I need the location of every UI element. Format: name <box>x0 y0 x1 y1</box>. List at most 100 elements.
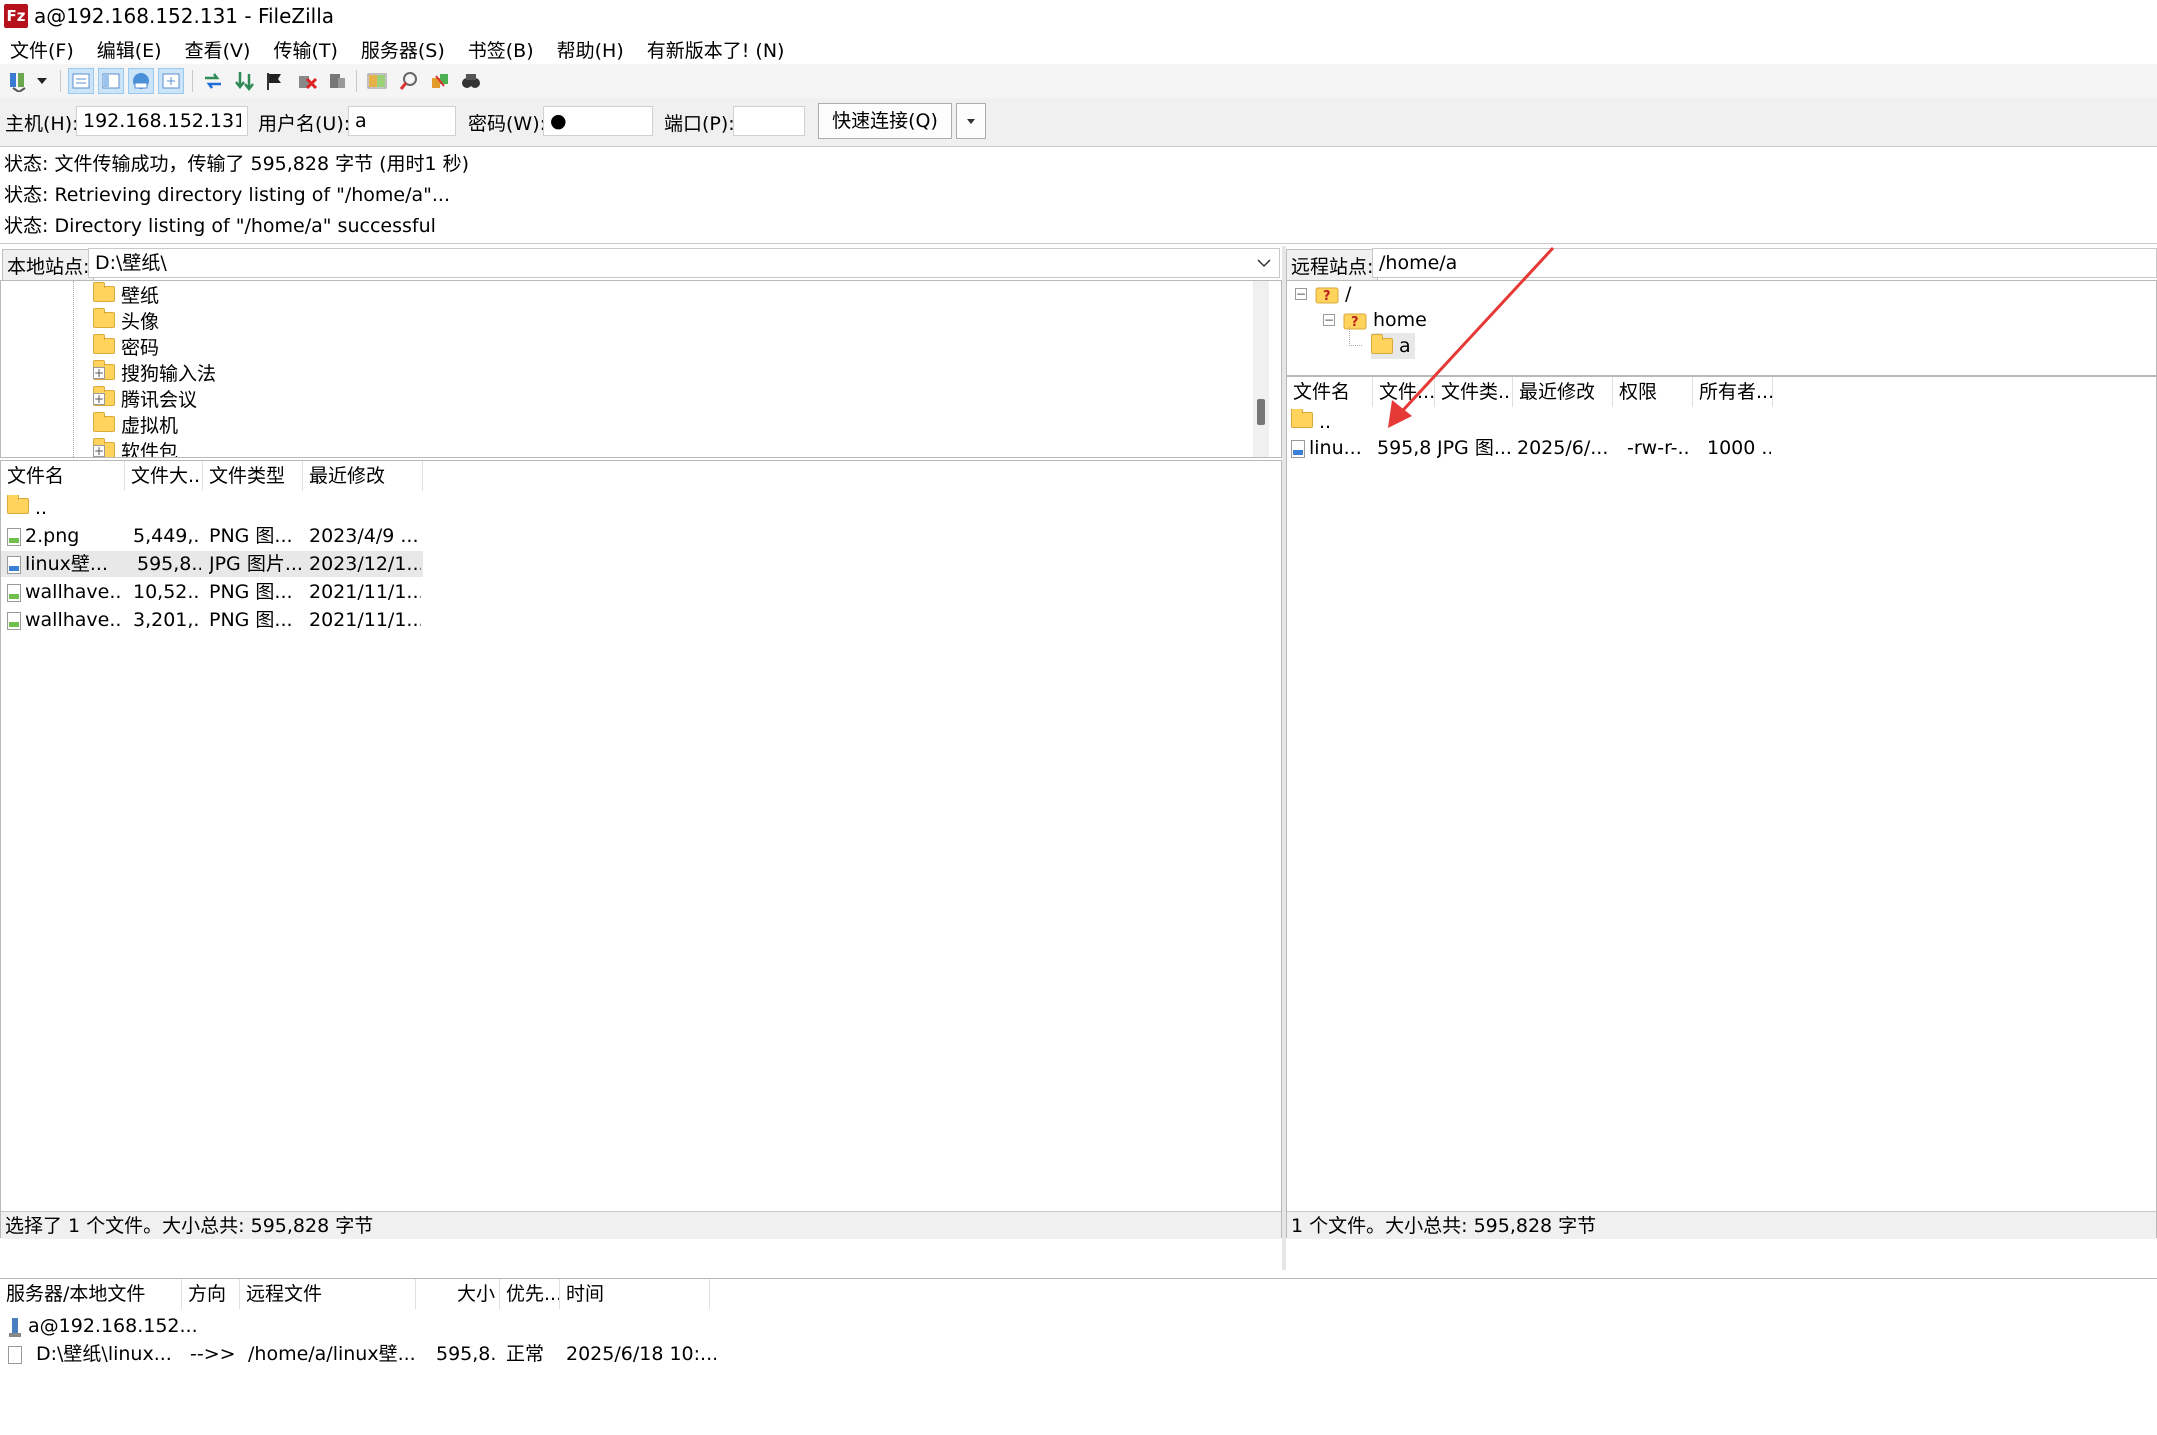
username-label: 用户名(U): <box>258 113 351 135</box>
menu-edit[interactable]: 编辑(E) <box>97 36 162 63</box>
toggle-queue-icon[interactable] <box>158 68 184 94</box>
tree-item-vm[interactable]: 虚拟机 <box>93 411 178 437</box>
site-manager-icon[interactable] <box>6 68 32 94</box>
process-queue-icon[interactable] <box>232 68 258 94</box>
dropdown-arrow-icon[interactable] <box>34 68 50 94</box>
expand-icon[interactable]: + <box>93 445 105 457</box>
tree-item-avatar[interactable]: 头像 <box>93 307 159 333</box>
jpg-file-icon <box>1291 439 1305 458</box>
tree-item-password[interactable]: 密码 <box>93 333 159 359</box>
queue-column-headers: 服务器/本地文件 方向 远程文件 大小 优先... 时间 <box>0 1279 720 1309</box>
column-header-local-file[interactable]: 服务器/本地文件 <box>0 1279 182 1309</box>
file-icon <box>8 1345 22 1364</box>
menu-help[interactable]: 帮助(H) <box>557 36 624 63</box>
quickconnect-dropdown-button[interactable] <box>956 103 986 139</box>
queue-server-row[interactable]: a@192.168.152... <box>0 1313 720 1339</box>
menu-server[interactable]: 服务器(S) <box>361 36 445 63</box>
port-label: 端口(P): <box>664 113 735 135</box>
queue-item-row[interactable]: D:\壁纸\linux... -->> /home/a/linux壁... 59… <box>0 1341 720 1367</box>
local-path-input[interactable]: D:\壁纸\ <box>88 248 1280 278</box>
message-log: 状态: 文件传输成功，传输了 595,828 字节 (用时1 秒) 状态: Re… <box>0 147 2157 244</box>
password-label: 密码(W): <box>468 113 547 135</box>
toggle-remote-tree-icon[interactable] <box>128 68 154 94</box>
local-tree-scrollbar[interactable] <box>1253 281 1269 457</box>
column-header-direction[interactable]: 方向 <box>182 1279 240 1309</box>
scrollbar-thumb[interactable] <box>1257 399 1265 425</box>
png-file-icon <box>7 583 21 602</box>
chevron-down-icon[interactable] <box>1257 258 1271 268</box>
local-path-text: D:\壁纸\ <box>95 252 167 274</box>
tree-item-tencent-meeting[interactable]: 腾讯会议 <box>93 385 197 411</box>
remote-status-bar: 1 个文件。大小总共: 595,828 字节 <box>1287 1211 2156 1239</box>
directory-compare-icon[interactable] <box>364 68 390 94</box>
column-header-permissions[interactable]: 权限 <box>1613 377 1693 407</box>
column-header-size[interactable]: 文件大... <box>125 461 203 491</box>
local-site-label: 本地站点: <box>2 249 95 282</box>
table-row[interactable]: 2.png 5,449,... PNG 图... 2023/4/9 ... <box>1 523 421 549</box>
column-header-owner[interactable]: 所有者... <box>1693 377 1773 407</box>
menu-transfer[interactable]: 传输(T) <box>273 36 337 63</box>
log-line: 状态: 文件传输成功，传输了 595,828 字节 (用时1 秒) <box>4 153 470 175</box>
table-row[interactable]: wallhave... 10,52... PNG 图... 2021/11/1.… <box>1 579 421 605</box>
annotation-arrow-icon <box>1388 246 1555 428</box>
password-input[interactable] <box>543 106 653 136</box>
column-header-size[interactable]: 大小 <box>416 1279 500 1309</box>
search-icon[interactable] <box>458 68 484 94</box>
folder-icon <box>93 282 115 302</box>
folder-icon <box>93 308 115 328</box>
tree-item-wallpaper[interactable]: 壁纸 <box>93 281 159 307</box>
table-row-selected[interactable]: linux壁... 595,8... JPG 图片... 2023/12/1..… <box>1 551 423 577</box>
folder-icon <box>93 412 115 432</box>
log-line: 状态: Retrieving directory listing of "/ho… <box>4 184 450 206</box>
reconnect-icon[interactable] <box>324 68 350 94</box>
table-row[interactable]: wallhave... 3,201,... PNG 图... 2021/11/1… <box>1 607 421 633</box>
expand-icon[interactable]: + <box>93 367 105 379</box>
port-input[interactable] <box>733 106 805 136</box>
local-directory-tree: 壁纸 头像 密码 搜狗输入法 腾讯会议 虚拟机 软件包 + + + <box>0 280 1282 458</box>
list-item-parent[interactable]: .. <box>1 495 421 521</box>
filezilla-logo-icon: Fz <box>4 4 28 28</box>
menu-bookmarks[interactable]: 书签(B) <box>468 36 534 63</box>
column-header-priority[interactable]: 优先... <box>500 1279 560 1309</box>
remote-site-label: 远程站点: <box>1286 249 1379 282</box>
collapse-icon[interactable]: − <box>1323 314 1335 326</box>
column-header-filename[interactable]: 文件名 <box>1 461 125 491</box>
column-header-modified[interactable]: 最近修改 <box>303 461 423 491</box>
menu-new-version[interactable]: 有新版本了! (N) <box>647 36 785 63</box>
remote-file-list: 文件名 文件... 文件类... 最近修改 权限 所有者... .. linu.… <box>1286 376 2157 1239</box>
column-header-filename[interactable]: 文件名 <box>1287 377 1373 407</box>
refresh-icon[interactable] <box>200 68 226 94</box>
collapse-icon[interactable]: − <box>1295 288 1307 300</box>
folder-icon <box>1291 409 1313 428</box>
expand-icon[interactable]: + <box>93 393 105 405</box>
username-input[interactable] <box>348 106 456 136</box>
tree-item-root[interactable]: − ? / <box>1295 281 1351 307</box>
jpg-file-icon <box>7 555 21 574</box>
quickconnect-button[interactable]: 快速连接(Q) <box>818 103 952 139</box>
folder-icon <box>7 495 29 514</box>
menu-view[interactable]: 查看(V) <box>185 36 251 63</box>
cancel-icon[interactable] <box>262 68 288 94</box>
toggle-local-tree-icon[interactable] <box>98 68 124 94</box>
png-file-icon <box>7 527 21 546</box>
host-input[interactable] <box>76 106 248 136</box>
toggle-log-icon[interactable] <box>68 68 94 94</box>
sync-browse-icon[interactable] <box>428 68 454 94</box>
filter-icon[interactable] <box>396 68 422 94</box>
disconnect-icon[interactable] <box>294 68 320 94</box>
menu-file[interactable]: 文件(F) <box>10 36 74 63</box>
column-header-remote-file[interactable]: 远程文件 <box>240 1279 416 1309</box>
title-bar: Fz a@192.168.152.131 - FileZilla <box>0 0 2157 34</box>
tree-item-sogou[interactable]: 搜狗输入法 <box>93 359 216 385</box>
local-site-bar: 本地站点: D:\壁纸\ <box>0 246 1282 282</box>
log-line: 状态: Directory listing of "/home/a" succe… <box>4 215 436 237</box>
svg-text:?: ? <box>1323 289 1331 304</box>
column-header-type[interactable]: 文件类型 <box>203 461 303 491</box>
toolbar <box>0 64 2157 99</box>
local-file-list: 文件名 文件大... 文件类型 最近修改 .. 2.png 5,449,... … <box>0 460 1282 1239</box>
folder-icon <box>93 334 115 354</box>
local-column-headers: 文件名 文件大... 文件类型 最近修改 <box>1 461 1281 491</box>
tree-item-software[interactable]: 软件包 <box>93 437 178 457</box>
column-header-time[interactable]: 时间 <box>560 1279 710 1309</box>
menu-bar: 文件(F) 编辑(E) 查看(V) 传输(T) 服务器(S) 书签(B) 帮助(… <box>0 34 2157 64</box>
